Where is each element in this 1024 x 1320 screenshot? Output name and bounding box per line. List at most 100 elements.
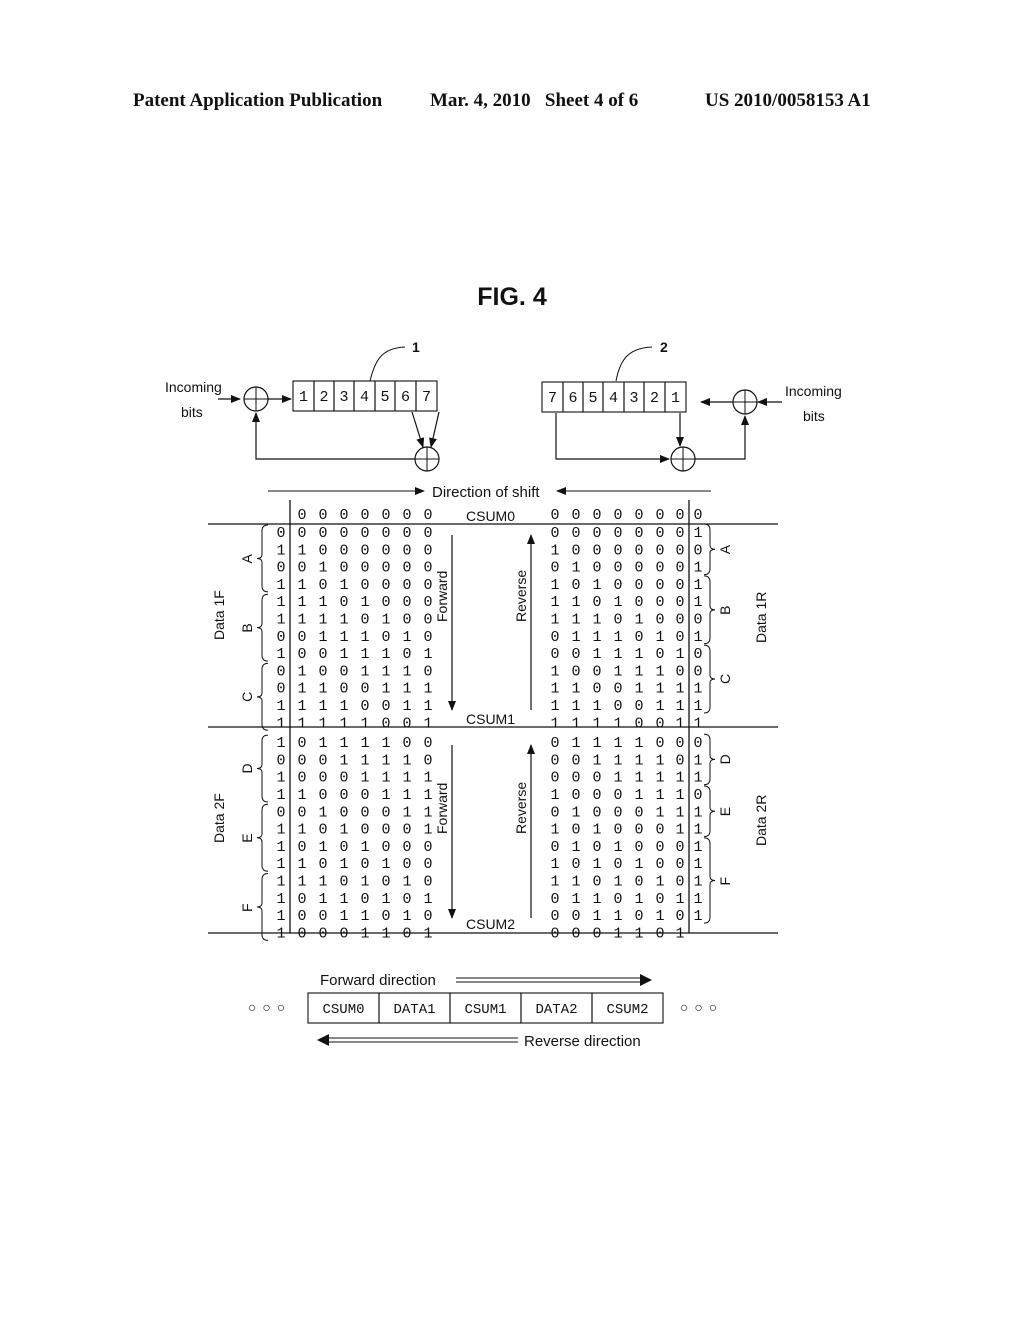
table-row: 11010000	[276, 577, 432, 594]
bit-cell: 1	[550, 577, 559, 594]
bit-cell: 0	[339, 525, 348, 542]
bit-cell: 0	[675, 874, 684, 891]
bit-cell: 0	[571, 856, 580, 873]
bit-cell: 0	[634, 594, 643, 611]
bit-cell: 1	[360, 874, 369, 891]
bit-cell: 0	[339, 925, 348, 942]
group-label: C	[717, 674, 733, 684]
bit-cell: 1	[634, 646, 643, 663]
bit-cell: 0	[360, 507, 369, 524]
bit-cell: 1	[297, 577, 306, 594]
stream-block: DATA2	[520, 992, 593, 1024]
bit-cell: 0	[550, 629, 559, 646]
bit-cell: 1	[634, 752, 643, 769]
table-row: 00011110	[276, 752, 432, 769]
bit-cell: 0	[297, 804, 306, 821]
direction-of-shift: Direction of shift	[268, 484, 711, 501]
bit-cell: 1	[402, 874, 411, 891]
bit-cell: 0	[318, 663, 327, 680]
table-row: 11101000	[550, 612, 702, 629]
bit-cell: 1	[360, 839, 369, 856]
bit-cell: 1	[613, 752, 622, 769]
forward-label: Forward	[434, 571, 450, 622]
bit-cell: 0	[675, 908, 684, 925]
bit-cell: 0	[423, 629, 432, 646]
data-1f-label: Data 1F	[211, 590, 227, 640]
bit-cell: 1	[613, 735, 622, 752]
bit-cell: 0	[402, 856, 411, 873]
left-brace	[256, 803, 269, 872]
bit-cell: 0	[613, 525, 622, 542]
bit-cell: 0	[381, 804, 390, 821]
input-bit: 1	[276, 908, 285, 925]
input-bit: 0	[276, 663, 285, 680]
input-bit: 0	[693, 787, 702, 804]
bit-cell: 1	[592, 715, 601, 732]
table-row: 0001101	[550, 925, 684, 942]
bit-cell: 0	[550, 770, 559, 787]
bit-cell: 1	[655, 787, 664, 804]
table-row: 00100011	[276, 804, 432, 821]
bit-cell: 0	[402, 735, 411, 752]
lfsr-forward-input-label: Incoming	[165, 379, 222, 395]
bit-cell: 1	[634, 735, 643, 752]
bit-cell: 0	[675, 542, 684, 559]
bit-cell: 0	[423, 577, 432, 594]
bit-cell: 0	[402, 891, 411, 908]
table-row: 11000000	[276, 542, 432, 559]
bit-cell: 1	[675, 646, 684, 663]
reverse-table: 0 0 0 0 0 0 0 00 0 0 0 0 0 0 11 0 0 0 0 0 0 00 1 0 0 0 0 0 11 0 1 0 0 0 0 1…	[550, 507, 702, 942]
bit-cell: 0	[381, 594, 390, 611]
bit-cell: 0	[550, 735, 559, 752]
bit-cell: 1	[655, 908, 664, 925]
forward-direction-label: Forward direction	[320, 972, 436, 989]
table-row: 11101010	[276, 874, 432, 891]
bit-cell: 0	[675, 507, 684, 524]
input-bit: 0	[276, 804, 285, 821]
bit-cell: 1	[550, 874, 559, 891]
bit-cell: 0	[339, 681, 348, 698]
bit-cell: 0	[634, 560, 643, 577]
bit-cell: 1	[592, 629, 601, 646]
bit-cell: 1	[550, 612, 559, 629]
bit-cell: 1	[318, 629, 327, 646]
bit-cell: 0	[613, 612, 622, 629]
bit-cell: 1	[423, 646, 432, 663]
bit-cell: 0	[675, 577, 684, 594]
bit-cell: 1	[655, 770, 664, 787]
bit-cell: 0	[297, 735, 306, 752]
bit-cell: 0	[634, 525, 643, 542]
input-bit: 1	[693, 770, 702, 787]
bit-cell: 0	[402, 560, 411, 577]
bit-cell: 0	[592, 560, 601, 577]
bit-cell: 0	[655, 560, 664, 577]
bit-cell: 1	[634, 925, 643, 942]
bit-cell: 0	[550, 752, 559, 769]
table-row: 11000111	[276, 787, 432, 804]
bit-cell: 0	[634, 715, 643, 732]
lfsr-forward-input-label-2: bits	[181, 404, 203, 420]
bit-cell: 1	[592, 612, 601, 629]
forward-table: 0 0 0 0 0 0 00 0 0 0 0 0 0 01 1 0 0 0 0 0 00 0 1 0 0 0 0 01 1 0 1 0 0 0 01…	[276, 507, 432, 942]
bit-cell: 1	[571, 629, 580, 646]
bit-cell: 1	[402, 698, 411, 715]
input-bit: 1	[276, 715, 285, 732]
bit-cell: 0	[675, 594, 684, 611]
bit-cell: 1	[423, 822, 432, 839]
bit-cell: 0	[675, 612, 684, 629]
bit-cell: 0	[402, 507, 411, 524]
register-cell-number: 1	[671, 390, 680, 407]
reverse-label: Reverse	[513, 570, 529, 622]
bit-cell: 0	[360, 681, 369, 698]
bit-cell: 1	[592, 735, 601, 752]
bit-cell: 0	[634, 839, 643, 856]
bit-cell: 1	[297, 698, 306, 715]
bit-cell: 1	[634, 612, 643, 629]
ref-numeral-1: 1	[412, 339, 420, 355]
table-row: 01111000	[550, 735, 702, 752]
input-bit: 1	[276, 577, 285, 594]
input-bit: 0	[276, 629, 285, 646]
bit-cell: 0	[297, 839, 306, 856]
bit-cell: 0	[613, 804, 622, 821]
bit-cell: 0	[655, 525, 664, 542]
